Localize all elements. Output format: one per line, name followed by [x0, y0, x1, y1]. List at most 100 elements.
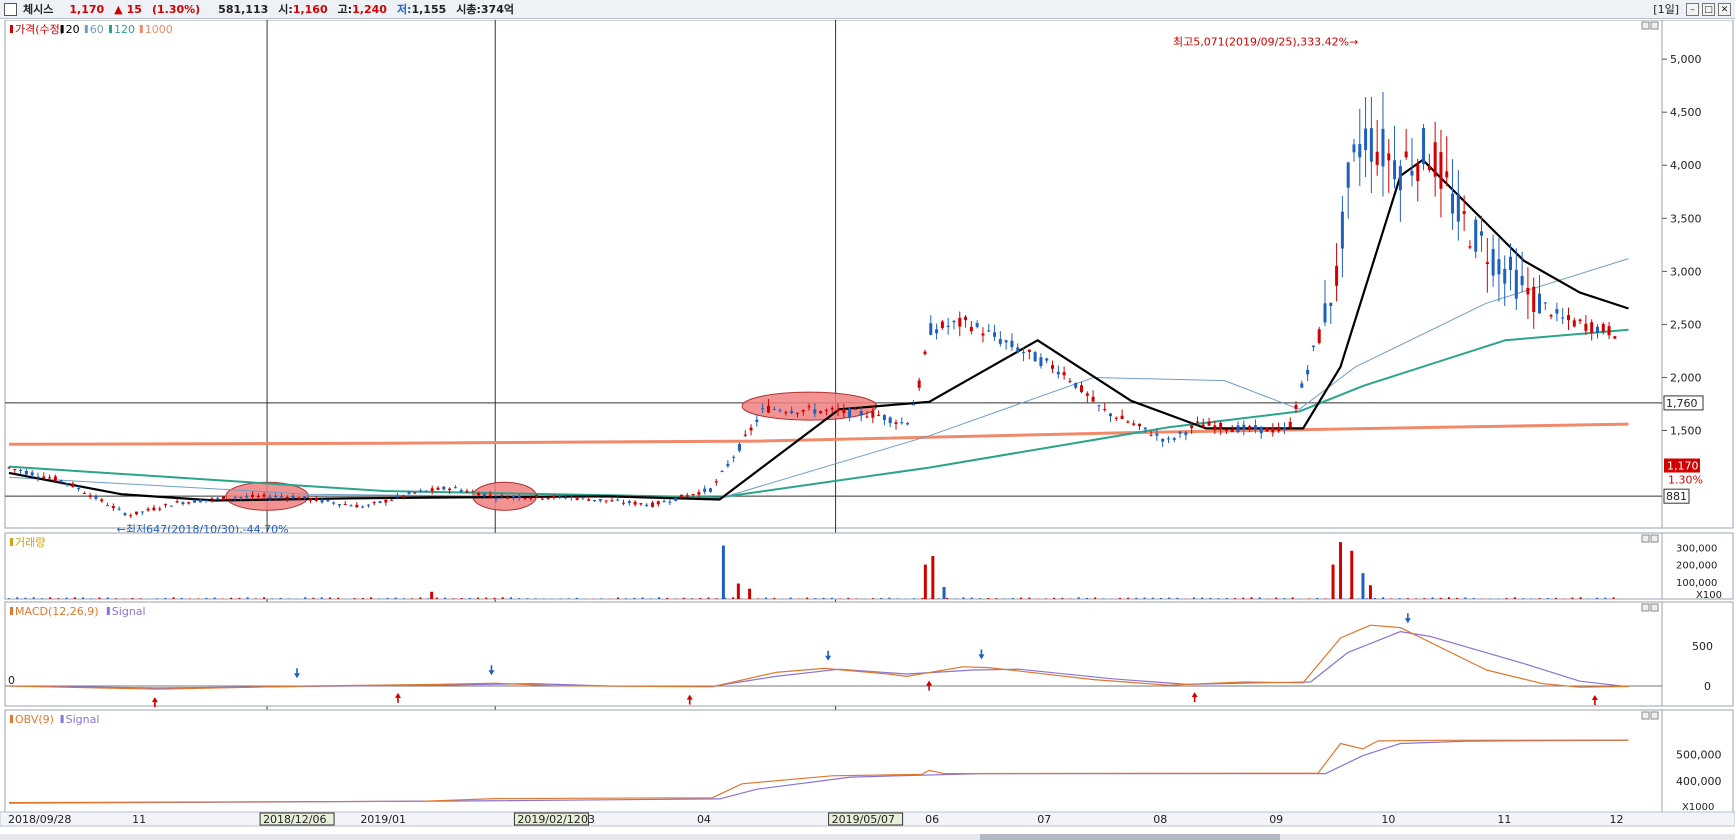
- volume-bar: [756, 598, 759, 599]
- candle-body: [106, 505, 110, 507]
- candle-body: [1346, 162, 1350, 188]
- candle-body: [662, 501, 666, 503]
- volume-bar: [65, 597, 68, 599]
- candle-body: [1398, 166, 1402, 191]
- close-icon[interactable]: ✕: [1718, 2, 1731, 16]
- panel-min-icon[interactable]: [1641, 711, 1650, 720]
- candle-body: [952, 320, 956, 323]
- candle-body: [297, 497, 301, 499]
- volume-bar: [1373, 597, 1376, 599]
- volume-bar: [732, 597, 735, 599]
- candle-body: [198, 499, 202, 503]
- volume-bar: [402, 598, 405, 599]
- volume-bar: [468, 597, 471, 599]
- period-selector[interactable]: [1일]: [1653, 1, 1679, 17]
- volume-bar: [435, 597, 438, 599]
- volume-bar: [518, 598, 521, 599]
- candle-body: [1259, 426, 1263, 434]
- volume-tick-label: 200,000: [1676, 561, 1717, 572]
- obv-panel: [4, 709, 1734, 813]
- legend-label: 거래량: [15, 536, 45, 549]
- volume-spike: [923, 564, 927, 599]
- candle-body: [448, 488, 452, 491]
- candle-body: [529, 497, 533, 499]
- candle-body: [766, 405, 770, 413]
- macd-tick-label: 0: [1704, 680, 1711, 693]
- candle-body: [1213, 425, 1217, 431]
- panel-min-icon[interactable]: [1641, 534, 1650, 543]
- horizontal-scrollbar[interactable]: [0, 834, 1735, 840]
- candle-body: [1004, 340, 1008, 343]
- volume-bar: [1168, 597, 1171, 599]
- candle-body: [1068, 380, 1072, 382]
- volume-bar: [625, 598, 628, 599]
- candle-body: [413, 492, 417, 494]
- volume-bar: [1217, 598, 1220, 599]
- panel-close-icon[interactable]: [1650, 711, 1659, 720]
- candle-body: [146, 508, 150, 511]
- candle-body: [71, 483, 75, 487]
- volume-spike: [1331, 564, 1335, 599]
- candle-body: [964, 316, 968, 321]
- candle-body: [1543, 302, 1547, 304]
- panel-min-icon[interactable]: [1641, 21, 1650, 30]
- volume-bar: [1390, 598, 1393, 599]
- candle-body: [546, 497, 550, 499]
- volume-bar: [1291, 597, 1294, 599]
- candle-body: [993, 332, 997, 337]
- candle-body: [1595, 326, 1599, 333]
- checkbox-icon[interactable]: [4, 2, 17, 16]
- candle-body: [274, 495, 278, 498]
- open-value: 1,160: [292, 2, 328, 16]
- panel-min-icon[interactable]: [1641, 603, 1650, 612]
- candle-body: [1416, 164, 1420, 181]
- scrollbar-thumb[interactable]: [980, 834, 1280, 840]
- volume-bar: [189, 598, 192, 599]
- candle-body: [1451, 193, 1455, 214]
- candle-body: [1248, 426, 1252, 429]
- candle-body: [7, 467, 11, 469]
- candle-body: [256, 495, 260, 497]
- candle-body: [1578, 319, 1582, 322]
- candle-body: [1526, 287, 1530, 295]
- candle-body: [1340, 211, 1344, 249]
- candle-body: [726, 463, 730, 467]
- candle-body: [784, 412, 788, 414]
- volume-bar: [320, 597, 323, 599]
- candle-body: [1062, 372, 1066, 376]
- panel-close-icon[interactable]: [1650, 603, 1659, 612]
- volume-bar: [1044, 598, 1047, 599]
- price-panel: [4, 20, 1734, 529]
- volume-bar: [1135, 597, 1138, 599]
- candle-body: [1016, 347, 1020, 352]
- volume-bar: [1118, 597, 1121, 599]
- panel-close-icon[interactable]: [1650, 21, 1659, 30]
- volume-bar: [1415, 598, 1418, 599]
- candle-body: [1126, 421, 1130, 423]
- candle-body: [1039, 357, 1043, 367]
- candle-body: [1056, 371, 1060, 375]
- candle-body: [772, 408, 776, 410]
- candle-body: [1184, 432, 1188, 436]
- panel-close-icon[interactable]: [1650, 534, 1659, 543]
- price-tick-label: 4,500: [1670, 106, 1702, 119]
- volume-bar: [1439, 597, 1442, 599]
- candle-body: [181, 502, 185, 505]
- volume-bar: [1258, 597, 1261, 599]
- candle-body: [268, 496, 272, 499]
- volume-bar: [534, 598, 537, 599]
- candle-body: [326, 499, 330, 502]
- minimize-icon[interactable]: –: [1686, 2, 1699, 16]
- date-label: 07: [1037, 813, 1051, 826]
- maximize-icon[interactable]: □: [1702, 2, 1715, 16]
- candle-body: [1271, 427, 1275, 433]
- candle-body: [679, 494, 683, 498]
- candle-body: [1445, 171, 1449, 178]
- candle-body: [48, 477, 52, 479]
- candle-body: [1230, 429, 1234, 432]
- volume-spike: [931, 555, 935, 599]
- volume-bar: [1530, 598, 1533, 599]
- candle-body: [349, 505, 353, 507]
- candle-body: [958, 317, 962, 327]
- stock-chart[interactable]: 1,500 2,000 2,500 3,000 3,500 4,000 4,500 5,000…: [0, 20, 1735, 833]
